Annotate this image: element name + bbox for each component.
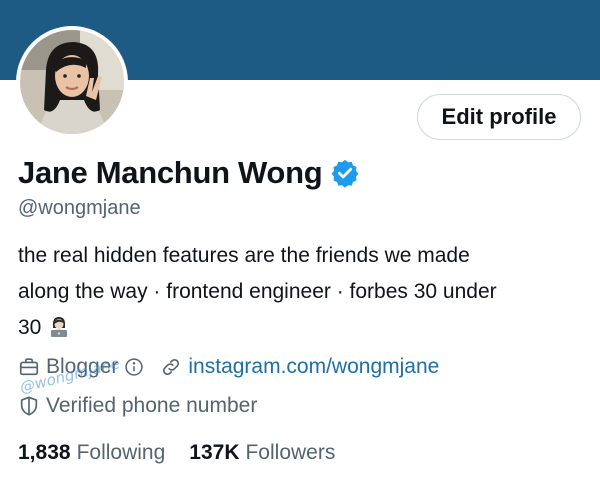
name-row: Jane Manchun Wong: [18, 152, 360, 194]
following-link[interactable]: 1,838 Following: [18, 441, 165, 465]
following-label: Following: [76, 441, 166, 464]
display-name: Jane Manchun Wong: [18, 155, 323, 190]
bio-line-last: 30: [18, 310, 578, 346]
profile-handle: @wongmjane: [18, 197, 141, 219]
shield-icon: [18, 395, 40, 417]
followers-label: Followers: [245, 441, 336, 464]
woman-technologist-emoji: [47, 314, 71, 338]
profile-category: Blogger: [46, 355, 119, 378]
profile-meta-row: Blogger instagram.com/wongmjane: [18, 352, 439, 382]
following-count: 1,838: [18, 441, 71, 464]
followers-count: 137K: [189, 441, 240, 464]
bio-line: the real hidden features are the friends…: [18, 244, 470, 267]
follow-stats: 1,838 Following 137K Followers: [18, 437, 359, 469]
profile-bio: the real hidden features are the friends…: [18, 238, 578, 346]
info-icon[interactable]: [124, 357, 144, 377]
verified-badge-icon[interactable]: [330, 158, 360, 188]
avatar-frame: [16, 26, 128, 138]
verified-phone-text: Verified phone number: [46, 394, 258, 417]
profile-website-link[interactable]: instagram.com/wongmjane: [188, 355, 439, 379]
avatar-photo: [20, 30, 124, 134]
verified-phone-row: Verified phone number: [18, 391, 257, 421]
avatar[interactable]: [20, 30, 124, 134]
edit-profile-button[interactable]: Edit profile: [417, 94, 581, 140]
briefcase-icon: [18, 356, 40, 378]
link-icon: [160, 356, 182, 378]
bio-line: 30: [18, 316, 42, 339]
bio-line: along the way · frontend engineer · forb…: [18, 280, 497, 303]
followers-link[interactable]: 137K Followers: [189, 441, 335, 465]
